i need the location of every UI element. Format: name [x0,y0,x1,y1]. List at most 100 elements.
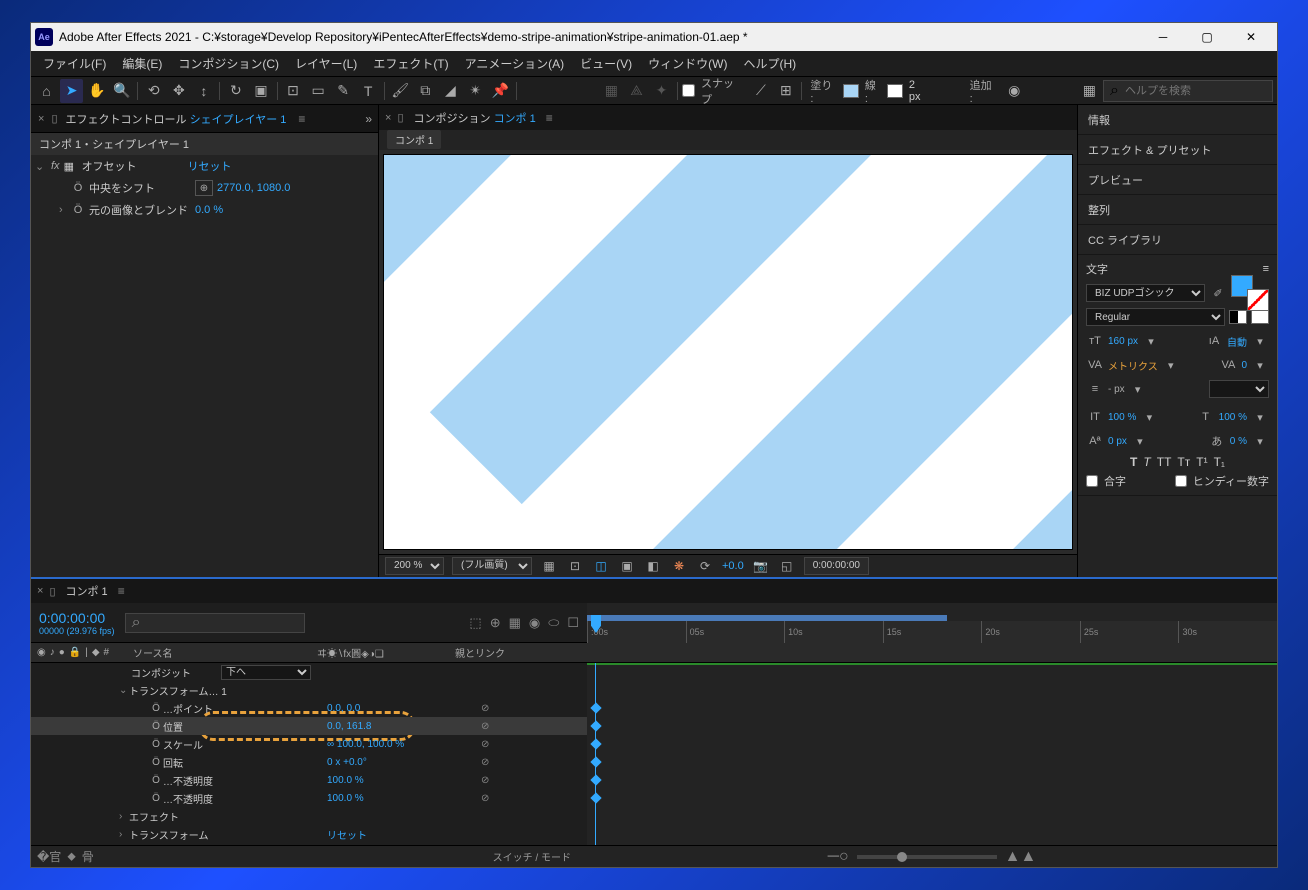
timeline-search-input[interactable] [141,617,298,629]
reset-link[interactable]: リセット [188,158,232,174]
help-search-input[interactable] [1125,85,1266,97]
comp-close-icon[interactable]: × [385,112,391,124]
solo-icon[interactable]: ● [59,647,65,658]
stopwatch-icon[interactable]: Ö [149,721,163,732]
timeline-property-row[interactable]: Ö…不透明度100.0 %⊘ [31,771,587,789]
tl-foot-icon[interactable]: �官 [37,848,61,865]
property-value[interactable]: 0.0, 0.0 [321,703,360,714]
dolly-tool-icon[interactable]: ↕ [192,79,215,103]
timeline-property-row[interactable]: Ö回転0 x +0.0°⊘ [31,753,587,771]
stroke-style[interactable] [1209,380,1269,398]
brush-tool-icon[interactable]: 🖌 [389,79,412,103]
tl-close-icon[interactable]: × [37,585,43,597]
switch-mode-toggle[interactable]: スイッチ / モード [493,849,571,864]
tl-foot-icon[interactable]: 骨 [82,848,94,865]
stopwatch-icon[interactable]: Ö [71,182,85,194]
timeline-property-row[interactable]: ›エフェクト [31,807,587,825]
visibility-icon[interactable]: ◉ [37,647,46,658]
kerning-value[interactable]: メトリクス [1108,358,1158,373]
bone-icon[interactable]: ⟁ [625,79,648,103]
zoom-out-icon[interactable]: ─○ [828,848,849,866]
minimize-button[interactable]: ─ [1141,23,1185,51]
menu-item[interactable]: ビュー(V) [572,52,640,75]
timeline-property-row[interactable]: コンポジット下へ [31,663,587,681]
time-ruler[interactable]: :00s05s10s15s20s25s30s [587,603,1277,642]
stroke-swatch[interactable] [887,84,902,98]
hand-tool-icon[interactable]: ✋ [85,79,108,103]
reset-link[interactable]: リセット [321,827,367,842]
guides-icon[interactable]: ⊡ [566,559,584,573]
snap-opt1-icon[interactable]: ⟋ [749,79,772,103]
panel-header[interactable]: 情報 [1078,105,1277,135]
selection-tool-icon[interactable]: ➤ [60,79,83,103]
current-time[interactable]: 0:00:00:00 [39,610,115,626]
viewport[interactable] [379,150,1077,554]
label-icon[interactable]: ◆ [92,647,100,658]
property-value[interactable]: 0 x +0.0° [321,757,367,768]
panel-header[interactable]: プレビュー [1078,165,1277,195]
pan-tool-icon[interactable]: ✥ [167,79,190,103]
menu-item[interactable]: 編集(E) [114,52,170,75]
workspace-icon[interactable]: ▦ [1078,79,1101,103]
timeline-property-row[interactable]: Ö位置0.0, 161.8⊘ [31,717,587,735]
stopwatch-icon[interactable]: Ö [71,204,85,216]
snap-checkbox[interactable] [682,84,695,97]
audio-icon[interactable]: ♪ [50,647,55,658]
mask-icon[interactable]: ◫ [592,559,610,573]
lock-icon[interactable]: ▯ [49,585,55,598]
source-name-header[interactable]: ソース名 [127,643,317,662]
reset-exp-icon[interactable]: ❋ [670,559,688,573]
tl-icon[interactable]: ⬭ [548,615,559,631]
shape-tool-icon[interactable]: ▭ [307,79,330,103]
snapshot-icon[interactable]: 📷 [752,559,770,573]
menu-item[interactable]: ファイル(F) [35,52,114,75]
breadcrumb-item[interactable]: コンポ 1 [387,130,441,149]
tl-foot-icon[interactable]: ⬥ [67,849,75,864]
baseline[interactable]: 0 px [1108,436,1127,447]
close-button[interactable]: ✕ [1229,23,1273,51]
lock-col-icon[interactable]: 🔒 [69,647,81,658]
stopwatch-icon[interactable]: Ö [149,775,163,786]
hscale[interactable]: 100 % [1219,412,1247,423]
property-value[interactable]: 0.0, 161.8 [321,721,371,732]
panel-menu-icon[interactable]: ≡ [118,584,125,598]
anchor-tool-icon[interactable]: ⊡ [281,79,304,103]
stroke-px[interactable]: 2 px [905,79,933,103]
menu-item[interactable]: アニメーション(A) [457,52,573,75]
show-snap-icon[interactable]: ◱ [778,559,796,573]
tl-icon[interactable]: ⊕ [490,615,501,631]
swap-swatch[interactable] [1251,310,1269,324]
menu-item[interactable]: ウィンドウ(W) [640,52,735,75]
effect-name[interactable]: オフセット [78,158,188,174]
parent-link-icon[interactable]: ⊘ [461,793,489,804]
panel-menu-icon[interactable]: ≡ [1263,263,1269,275]
dropdown[interactable]: 下へ [221,665,311,680]
allcaps-button[interactable]: TT [1157,455,1172,469]
region-icon[interactable]: ▣ [618,559,636,573]
fill-swatch[interactable] [843,84,858,98]
tl-icon[interactable]: ⬚ [469,615,481,631]
zoom-tool-icon[interactable]: 🔍 [110,79,133,103]
text-tool-icon[interactable]: T [357,79,380,103]
tl-icon[interactable]: ☐ [567,615,579,631]
home-icon[interactable]: ⌂ [35,79,58,103]
zoom-slider[interactable] [857,855,997,859]
smallcaps-button[interactable]: Tт [1177,455,1190,469]
style-select[interactable]: Regular [1086,308,1225,326]
zoom-in-icon[interactable]: ▲▲ [1005,848,1037,866]
font-select[interactable]: BIZ UDPゴシック [1086,284,1205,302]
panel-menu-icon[interactable]: ≡ [294,112,309,126]
add-menu-icon[interactable]: ◉ [1003,79,1026,103]
tracking-value[interactable]: 0 [1241,360,1247,371]
channel-icon[interactable]: ◧ [644,559,662,573]
preview-time[interactable]: 0:00:00:00 [804,557,869,575]
property-value[interactable]: ∞ 100.0, 100.0 % [321,739,404,750]
stopwatch-icon[interactable]: Ö [149,739,163,750]
leading-value[interactable]: 自動 [1227,334,1247,349]
parent-header[interactable]: 親とリンク [445,643,587,662]
timeline-tab[interactable]: コンポ 1 [62,581,112,601]
property-value[interactable]: 100.0 % [321,775,364,786]
timeline-property-row[interactable]: ›トランスフォームリセット [31,825,587,843]
ligature-checkbox[interactable] [1086,475,1098,487]
roto-tool-icon[interactable]: ✴ [464,79,487,103]
